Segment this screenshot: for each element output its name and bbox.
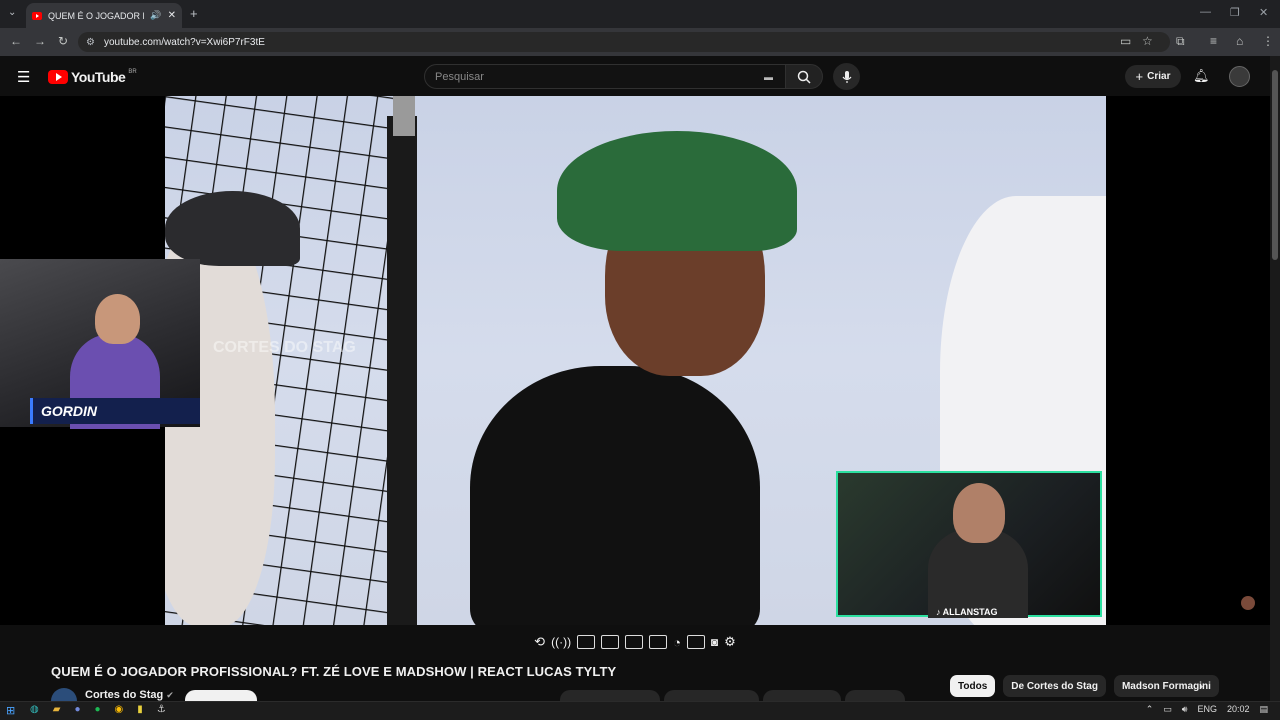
windows-start-icon[interactable]: ⊞: [6, 704, 15, 717]
account-avatar[interactable]: [1229, 66, 1250, 87]
broadcast-icon[interactable]: ((·)): [551, 635, 571, 649]
search-icon: [797, 70, 811, 84]
streamer-left-name: GORDIN: [41, 403, 97, 419]
channel-name[interactable]: Cortes do Stag ✔: [85, 689, 174, 701]
verified-check-icon: ✔: [166, 690, 174, 700]
settings-gear-icon[interactable]: ⚙: [724, 634, 736, 650]
clock[interactable]: 20:02: [1227, 704, 1250, 715]
url-text: youtube.com/watch?v=Xwi6P7rF3tE: [104, 36, 265, 48]
reload-icon[interactable]: ↻: [58, 34, 68, 48]
channel-watermark-icon[interactable]: [1241, 596, 1255, 610]
keyboard-icon[interactable]: ▬: [764, 72, 773, 82]
address-bar[interactable]: ⚙ youtube.com/watch?v=Xwi6P7rF3tE: [78, 32, 1170, 52]
tab-list-icon[interactable]: ⌄: [8, 7, 16, 18]
create-button[interactable]: + Criar: [1125, 65, 1181, 88]
tab-title: QUEM É O JOGADOR PROF: [48, 10, 144, 21]
create-label: Criar: [1147, 71, 1171, 82]
player-center-cap: [557, 131, 797, 251]
region-code: BR: [128, 69, 137, 75]
menu-kebab-icon[interactable]: ⋮: [1262, 34, 1274, 48]
spotify-app-icon[interactable]: ●: [94, 704, 100, 715]
forward-icon[interactable]: →: [34, 34, 46, 48]
close-window-icon[interactable]: ✕: [1259, 6, 1268, 19]
profile-icon[interactable]: ⌂: [1236, 34, 1243, 48]
theater-icon[interactable]: [649, 635, 668, 649]
add-to-queue-icon[interactable]: [686, 635, 705, 649]
clapper-icon[interactable]: [601, 635, 620, 649]
edge-app-icon[interactable]: ◍: [30, 704, 39, 715]
loop-icon[interactable]: ⟲: [534, 634, 545, 650]
screenshot-icon[interactable]: ◙: [711, 635, 718, 649]
search-button[interactable]: [785, 64, 823, 89]
youtube-logo[interactable]: YouTube BR: [48, 69, 137, 85]
player-center-body: [470, 366, 760, 625]
voice-search-button[interactable]: [833, 63, 860, 90]
notifications-bell-icon[interactable]: 🔔︎: [1193, 68, 1210, 84]
app-icon[interactable]: ▮: [137, 704, 143, 715]
close-tab-icon[interactable]: ✕: [168, 10, 176, 21]
speed-icon[interactable]: ◔: [673, 635, 681, 650]
youtube-play-icon: [48, 70, 68, 84]
network-icon[interactable]: ▭: [1163, 704, 1172, 715]
system-tray: ⌃ ▭ 🔊︎ ENG 20:02 ▤: [1146, 704, 1268, 715]
media-control-icon[interactable]: ≡: [1210, 34, 1217, 48]
extension-controls-bar: ⟲ ((·)) ◔ ◙ ⚙: [0, 625, 1270, 659]
explorer-app-icon[interactable]: ▰: [53, 704, 61, 715]
logo-text: YouTube: [71, 69, 126, 85]
related-filter-chips: Todos De Cortes do Stag Madson Formagini: [950, 675, 1219, 697]
bookmark-star-icon[interactable]: ☆: [1142, 34, 1153, 48]
tray-expand-icon[interactable]: ⌃: [1146, 704, 1154, 715]
notification-center-icon[interactable]: ▤: [1259, 704, 1268, 715]
chip-from-channel[interactable]: De Cortes do Stag: [1003, 675, 1106, 697]
volume-icon[interactable]: 🔊︎: [1182, 704, 1188, 715]
streamer-right-name: ♪ ALLANSTAG: [936, 607, 998, 617]
chip-madson[interactable]: Madson Formagini: [1113, 675, 1219, 697]
chrome-app-icon[interactable]: ◉: [115, 704, 124, 715]
os-taskbar: [0, 701, 1280, 720]
webcam-overlay-right: [836, 471, 1102, 618]
language-indicator[interactable]: ENG: [1197, 704, 1217, 715]
site-info-icon[interactable]: ⚙: [86, 37, 95, 48]
microphone-icon: [842, 70, 851, 83]
audio-icon[interactable]: 🔊: [150, 10, 161, 21]
app-icon-2[interactable]: ⚓: [157, 704, 166, 715]
search-input[interactable]: Pesquisar ▬: [424, 64, 786, 89]
streamer-name-banner: GORDIN: [30, 398, 200, 424]
tiktok-icon: ♪: [936, 607, 941, 617]
taskbar-apps: ◍ ▰ ● ● ◉ ▮ ⚓: [30, 704, 166, 715]
hamburger-menu-icon[interactable]: ☰: [17, 68, 30, 86]
player-left-cap: [165, 191, 300, 266]
discord-app-icon[interactable]: ●: [74, 704, 80, 715]
player-letterbox-right: [1106, 96, 1270, 625]
youtube-favicon-icon: [32, 11, 42, 20]
plus-icon: +: [1135, 69, 1144, 84]
minimize-icon[interactable]: —: [1200, 6, 1211, 18]
chip-all[interactable]: Todos: [950, 675, 996, 697]
scrollbar-thumb[interactable]: [1272, 70, 1278, 260]
search-placeholder: Pesquisar: [435, 70, 484, 83]
streamer-right-head: [953, 483, 1005, 543]
new-tab-button[interactable]: +: [190, 6, 198, 21]
back-icon[interactable]: ←: [10, 34, 22, 48]
video-title: QUEM É O JOGADOR PROFISSIONAL? FT. ZÉ LO…: [51, 664, 617, 679]
restore-icon[interactable]: ❐: [1230, 6, 1240, 19]
screen-icon[interactable]: [577, 635, 596, 649]
miniplayer-icon[interactable]: [625, 635, 644, 649]
extensions-icon[interactable]: ⧉: [1176, 34, 1185, 49]
chips-next-arrow-icon[interactable]: ›: [1199, 679, 1203, 693]
browser-tab[interactable]: QUEM É O JOGADOR PROF 🔊 ✕: [26, 3, 182, 28]
watermark: CORTES DO STAG: [213, 339, 356, 356]
cast-icon[interactable]: ▭: [1120, 34, 1131, 48]
streamer-left-head: [95, 294, 140, 344]
